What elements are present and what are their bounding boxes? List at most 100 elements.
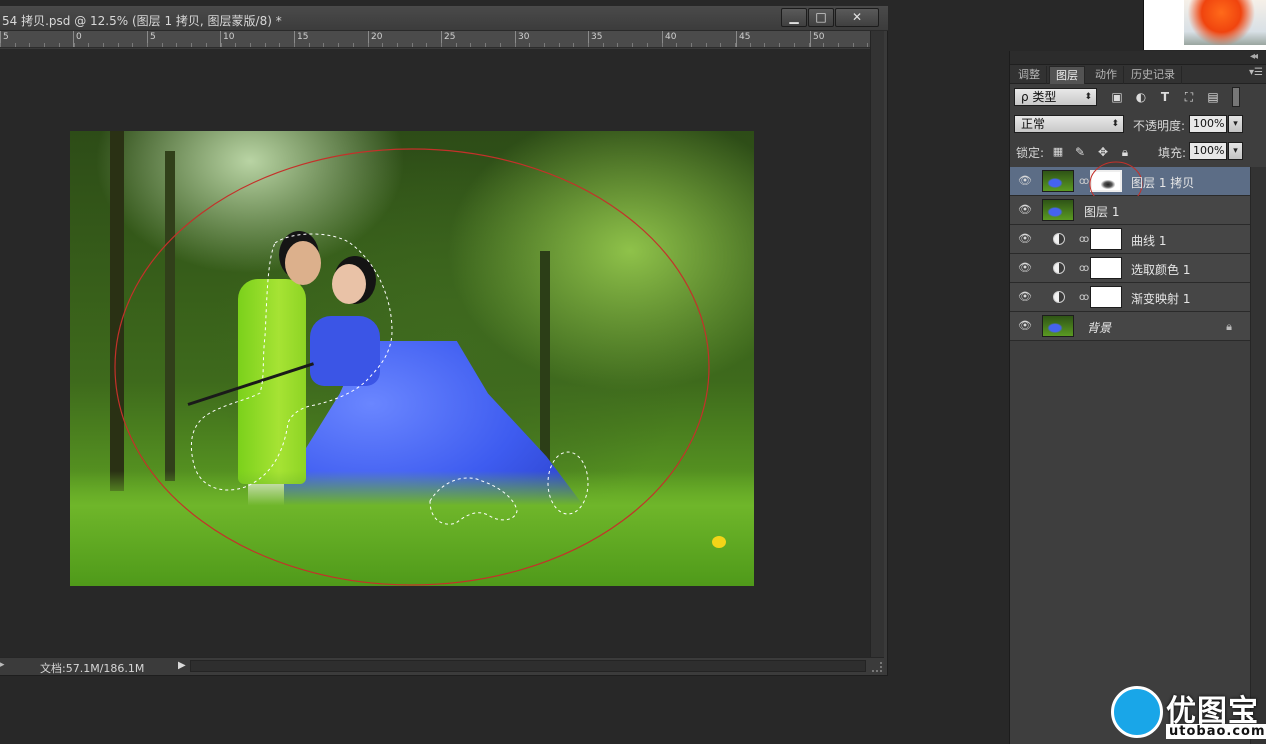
document-size: 文档:57.1M/186.1M: [40, 662, 145, 675]
adjustment-layer-icon: [1053, 233, 1065, 245]
red-ellipse-guide: [114, 148, 710, 586]
panel-menu-icon[interactable]: ▾☰: [1249, 67, 1263, 78]
lock-icon: 🔒︎: [1226, 320, 1232, 333]
type-filter-icon[interactable]: T: [1157, 89, 1173, 105]
opacity-input[interactable]: 100%: [1189, 115, 1227, 133]
ruler-minor-tick: [44, 43, 46, 47]
ruler-minor-tick: [29, 43, 31, 47]
resize-grip-icon[interactable]: [872, 662, 882, 672]
layer-row[interactable]: 👁︎ 背景 🔒︎: [1010, 312, 1250, 341]
ruler-minor-tick: [632, 43, 634, 47]
dropdown-arrow-icon: ⬍: [1111, 119, 1119, 129]
panel-tab-bar: 调整 图层 动作 历史记录 ▾☰: [1010, 65, 1266, 84]
tab-layers[interactable]: 图层: [1049, 66, 1085, 84]
tab-adjustments[interactable]: 调整: [1012, 66, 1047, 84]
layer-mask-thumbnail[interactable]: [1090, 286, 1122, 308]
layer-mask-thumbnail[interactable]: [1090, 228, 1122, 250]
tab-actions[interactable]: 动作: [1089, 66, 1124, 84]
opacity-slider-toggle-icon[interactable]: ▾: [1228, 115, 1243, 133]
maximize-button[interactable]: □: [808, 8, 834, 27]
opacity-label: 不透明度:: [1133, 119, 1186, 133]
ruler-minor-tick: [867, 43, 869, 47]
status-menu-arrow-icon[interactable]: ▶: [178, 660, 186, 671]
layer-name[interactable]: 渐变映射 1: [1131, 290, 1190, 307]
eye-visibility-icon[interactable]: 👁︎: [1018, 319, 1032, 333]
layers-scrollbar[interactable]: [1250, 167, 1266, 744]
ruler-minor-tick: [294, 43, 295, 47]
ruler-minor-tick: [514, 43, 516, 47]
smart-object-filter-icon[interactable]: ▤: [1205, 89, 1221, 105]
filter-label: ρ 类型: [1021, 90, 1057, 104]
chain-link-icon[interactable]: ꝏ: [1079, 262, 1089, 275]
ruler-minor-tick: [808, 43, 810, 47]
horizontal-ruler[interactable]: 5 0 5 10 15 20 25 30 35 40 45 50: [0, 31, 870, 48]
layer-name[interactable]: 曲线 1: [1131, 232, 1166, 249]
shape-filter-icon[interactable]: ⛶: [1181, 89, 1197, 105]
eye-visibility-icon[interactable]: 👁︎: [1018, 290, 1032, 304]
ruler-minor-tick: [191, 43, 193, 47]
layer-name[interactable]: 图层 1: [1084, 203, 1119, 220]
document-title-bar[interactable]: 54 拷贝.psd @ 12.5% (图层 1 拷贝, 图层蒙版/8) * ▁ …: [0, 6, 888, 31]
marching-ants-selection[interactable]: [190, 233, 393, 491]
chain-link-icon[interactable]: ꝏ: [1079, 291, 1089, 304]
preview-thumbnail: [1143, 0, 1266, 50]
image-filter-icon[interactable]: ▣: [1109, 89, 1125, 105]
ruler-minor-tick: [323, 43, 325, 47]
wedding-photo[interactable]: [70, 131, 754, 586]
layers-panel: ◂◂ 调整 图层 动作 历史记录 ▾☰ ρ 类型 ⬍ ▣ ◐ T ⛶ ▤ 正常 ⬍ …: [1009, 51, 1266, 744]
layer-row[interactable]: 👁︎ ꝏ 曲线 1: [1010, 225, 1250, 254]
blend-mode-dropdown[interactable]: 正常 ⬍: [1014, 115, 1124, 133]
ruler-minor-tick: [588, 43, 589, 47]
layer-row[interactable]: 👁︎ ꝏ 图层 1 拷贝: [1010, 161, 1250, 207]
eye-visibility-icon[interactable]: 👁︎: [1018, 203, 1032, 217]
ruler-minor-tick: [0, 43, 1, 47]
ruler-minor-tick: [102, 43, 104, 47]
filter-toggle-icon[interactable]: [1232, 87, 1240, 107]
marching-ants-selection[interactable]: [547, 451, 589, 515]
lock-transparent-icon[interactable]: ▦: [1050, 144, 1066, 160]
fill-slider-toggle-icon[interactable]: ▾: [1228, 142, 1243, 160]
horizontal-scrollbar[interactable]: [190, 660, 866, 672]
ruler-minor-tick: [205, 43, 207, 47]
minimize-button[interactable]: ▁: [781, 8, 807, 27]
ruler-minor-tick: [235, 43, 237, 47]
fill-input[interactable]: 100%: [1189, 142, 1227, 160]
ruler-minor-tick: [132, 43, 134, 47]
ruler-minor-tick: [676, 43, 678, 47]
ruler-minor-tick: [264, 43, 266, 47]
marching-ants-selection[interactable]: [429, 477, 518, 525]
vertical-scrollbar[interactable]: [870, 31, 884, 657]
ruler-minor-tick: [147, 43, 148, 47]
ruler-minor-tick: [558, 43, 560, 47]
ruler-minor-tick: [382, 43, 384, 47]
collapse-panel-icon[interactable]: ◂◂: [1250, 51, 1258, 62]
eye-visibility-icon[interactable]: 👁︎: [1018, 261, 1032, 275]
fill-label: 填充:: [1158, 146, 1187, 160]
adjustment-filter-icon[interactable]: ◐: [1133, 89, 1149, 105]
ruler-minor-tick: [279, 43, 281, 47]
ruler-minor-tick: [735, 43, 736, 47]
layer-name[interactable]: 图层 1 拷贝: [1131, 174, 1194, 191]
eye-visibility-icon[interactable]: 👁︎: [1018, 174, 1032, 188]
layer-row[interactable]: 👁︎ ꝏ 选取颜色 1: [1010, 254, 1250, 283]
layer-name[interactable]: 背景: [1087, 319, 1111, 336]
document-title: 54 拷贝.psd @ 12.5% (图层 1 拷贝, 图层蒙版/8) *: [2, 14, 282, 28]
layer-row[interactable]: 👁︎ ꝏ 渐变映射 1: [1010, 283, 1250, 312]
chain-link-icon[interactable]: ꝏ: [1079, 233, 1089, 246]
layer-name[interactable]: 选取颜色 1: [1131, 261, 1190, 278]
canvas-area[interactable]: [0, 49, 870, 657]
ruler-minor-tick: [470, 43, 472, 47]
status-arrow-icon[interactable]: ▸: [0, 660, 5, 670]
layer-row[interactable]: 👁︎ 图层 1: [1010, 196, 1250, 225]
lock-label: 锁定:: [1016, 146, 1045, 160]
layer-mask-thumbnail[interactable]: [1090, 257, 1122, 279]
layer-filter-dropdown[interactable]: ρ 类型 ⬍: [1014, 88, 1097, 106]
ruler-minor-tick: [411, 43, 413, 47]
eye-visibility-icon[interactable]: 👁︎: [1018, 232, 1032, 246]
watermark-logo: 优图宝 utobao.com: [1108, 684, 1266, 744]
panel-header-strip[interactable]: ◂◂: [1010, 51, 1266, 65]
close-button[interactable]: ✕: [835, 8, 879, 27]
ruler-minor-tick: [73, 43, 75, 47]
tab-history[interactable]: 历史记录: [1125, 66, 1182, 84]
adjustment-layer-icon: [1053, 262, 1065, 274]
